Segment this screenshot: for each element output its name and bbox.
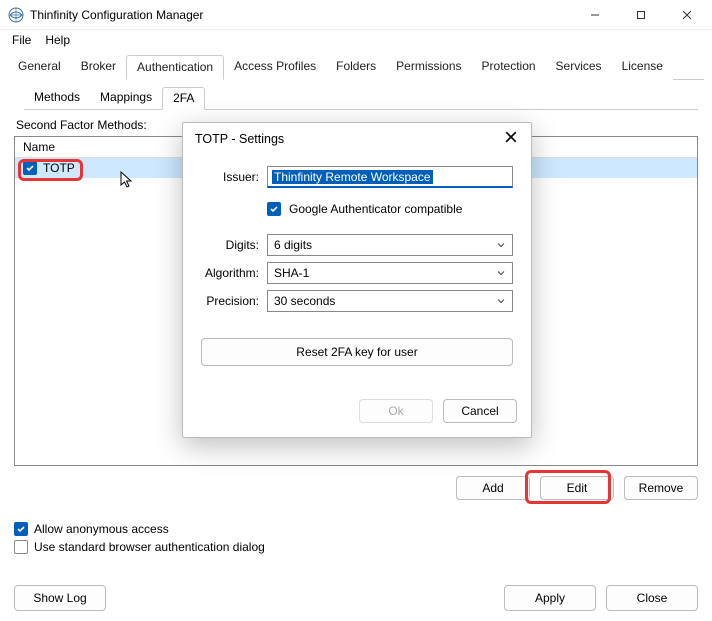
close-button[interactable] (664, 0, 710, 30)
label-google-compat: Google Authenticator compatible (289, 202, 462, 216)
precision-combo[interactable]: 30 seconds (267, 290, 513, 312)
maximize-button[interactable] (618, 0, 664, 30)
chevron-down-icon (496, 296, 506, 306)
digits-value: 6 digits (274, 238, 312, 252)
tab-broker[interactable]: Broker (71, 55, 126, 80)
algorithm-combo[interactable]: SHA-1 (267, 262, 513, 284)
title-bar: Thinfinity Configuration Manager (0, 0, 712, 30)
label-anon: Allow anonymous access (34, 522, 169, 536)
issuer-value: Thinfinity Remote Workspace (272, 170, 433, 184)
subtab-mappings[interactable]: Mappings (90, 87, 162, 110)
auth-subtabs: Methods Mappings 2FA (24, 86, 698, 110)
highlight-edit (525, 470, 611, 504)
tab-folders[interactable]: Folders (326, 55, 386, 80)
window-title: Thinfinity Configuration Manager (30, 8, 572, 22)
label-algorithm: Algorithm: (201, 266, 259, 280)
label-issuer: Issuer: (201, 170, 259, 184)
add-button[interactable]: Add (456, 476, 530, 500)
checkbox-anon[interactable] (14, 522, 28, 536)
chevron-down-icon (496, 268, 506, 278)
checkbox-google-compat[interactable] (267, 202, 281, 216)
remove-button[interactable]: Remove (624, 476, 698, 500)
label-precision: Precision: (201, 294, 259, 308)
dialog-title: TOTP - Settings (195, 132, 501, 146)
algorithm-value: SHA-1 (274, 266, 309, 280)
label-std-browser: Use standard browser authentication dial… (34, 540, 265, 554)
minimize-button[interactable] (572, 0, 618, 30)
menu-bar: File Help (0, 30, 712, 50)
menu-file[interactable]: File (6, 31, 37, 49)
tab-permissions[interactable]: Permissions (386, 55, 471, 80)
main-tabs: General Broker Authentication Access Pro… (8, 54, 704, 80)
ok-button[interactable]: Ok (359, 399, 433, 423)
close-app-button[interactable]: Close (606, 585, 698, 611)
digits-combo[interactable]: 6 digits (267, 234, 513, 256)
tab-access-profiles[interactable]: Access Profiles (224, 55, 326, 80)
tab-protection[interactable]: Protection (472, 55, 546, 80)
tab-authentication[interactable]: Authentication (126, 55, 224, 80)
cancel-button[interactable]: Cancel (443, 399, 517, 423)
app-icon (8, 7, 24, 23)
subtab-2fa[interactable]: 2FA (162, 87, 205, 110)
totp-settings-dialog: TOTP - Settings Issuer: Thinfinity Remot… (182, 122, 532, 438)
precision-value: 30 seconds (274, 294, 335, 308)
menu-help[interactable]: Help (39, 31, 76, 49)
tab-general[interactable]: General (8, 55, 71, 80)
tab-services[interactable]: Services (546, 55, 612, 80)
reset-2fa-button[interactable]: Reset 2FA key for user (201, 338, 513, 366)
tab-license[interactable]: License (612, 55, 673, 80)
subtab-methods[interactable]: Methods (24, 87, 90, 110)
show-log-button[interactable]: Show Log (14, 585, 106, 611)
highlight-totp (18, 159, 83, 181)
apply-button[interactable]: Apply (504, 585, 596, 611)
issuer-input[interactable]: Thinfinity Remote Workspace (267, 166, 513, 188)
dialog-close-button[interactable] (501, 129, 521, 148)
label-digits: Digits: (201, 238, 259, 252)
chevron-down-icon (496, 240, 506, 250)
checkbox-std-browser[interactable] (14, 540, 28, 554)
close-icon (505, 131, 517, 143)
